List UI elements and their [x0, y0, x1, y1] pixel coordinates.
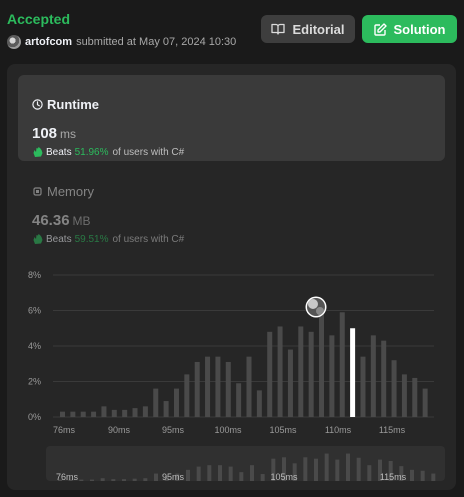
overview-bar	[122, 479, 126, 481]
chart-bar[interactable]	[205, 356, 211, 417]
y-tick-label: 6%	[28, 306, 41, 316]
overview-bar	[410, 469, 414, 481]
chart-bar[interactable]	[308, 331, 314, 417]
chart-bar[interactable]	[412, 377, 418, 417]
chart-bar[interactable]	[60, 411, 65, 417]
y-tick-label: 0%	[28, 412, 41, 422]
chart-bar[interactable]	[194, 361, 200, 417]
chart-bar[interactable]	[370, 335, 376, 417]
chart-bar[interactable]	[225, 361, 231, 417]
chart-bar[interactable]	[298, 326, 304, 417]
overview-bar	[207, 465, 212, 481]
chart-bar[interactable]	[142, 406, 148, 417]
overview-bar	[324, 453, 329, 481]
chart-bar[interactable]	[111, 409, 117, 417]
chart-bar[interactable]	[236, 383, 242, 417]
chart-bar-highlight[interactable]	[350, 328, 356, 417]
y-tick-label: 4%	[28, 341, 41, 351]
overview-bar	[303, 457, 308, 481]
overview-tick-label: 76ms	[56, 472, 79, 482]
overview-bar	[132, 478, 137, 481]
overview-bar	[431, 473, 436, 481]
chart-bar[interactable]	[122, 409, 128, 417]
overview-bar	[111, 479, 116, 481]
overview-bar	[79, 479, 84, 481]
x-tick-label: 76ms	[53, 425, 76, 435]
overview-bar	[218, 465, 222, 481]
chart-bar[interactable]	[401, 374, 407, 417]
chart-bar[interactable]	[360, 356, 366, 417]
chart-bar[interactable]	[132, 408, 138, 417]
overview-bar	[90, 479, 94, 481]
overview-bar	[335, 459, 340, 481]
x-tick-label: 90ms	[108, 425, 131, 435]
chart-bar[interactable]	[422, 388, 428, 417]
x-tick-label: 115ms	[379, 425, 406, 435]
chart-bar[interactable]	[256, 390, 262, 417]
x-tick-label: 95ms	[162, 425, 185, 435]
overview-bar	[367, 465, 372, 481]
chart-bar[interactable]	[91, 411, 97, 417]
overview-tick-label: 115ms	[380, 472, 407, 482]
chart-bar[interactable]	[70, 411, 76, 417]
y-tick-label: 2%	[28, 377, 41, 387]
chart-bar[interactable]	[339, 312, 345, 417]
chart-bar[interactable]	[391, 360, 397, 417]
overview-tick-label: 105ms	[270, 472, 298, 482]
runtime-distribution-chart[interactable]: 0% 2% 4% 6% 8% 76ms 90ms 95ms 100ms 105ms 110ms 11…	[0, 0, 464, 497]
chart-bar[interactable]	[163, 401, 169, 417]
chart-bar[interactable]	[246, 356, 252, 417]
overview-bar	[143, 478, 148, 481]
overview-bar	[420, 470, 425, 481]
chart-bar[interactable]	[319, 312, 325, 417]
overview-bar	[186, 469, 190, 481]
overview-bar	[154, 473, 158, 481]
overview-bar	[314, 458, 318, 481]
overview-tick-label: 95ms	[162, 472, 185, 482]
user-avatar-marker	[305, 296, 327, 318]
chart-bar[interactable]	[215, 356, 221, 417]
overview-bar	[228, 466, 233, 481]
overview-bar	[260, 474, 265, 481]
chart-bar[interactable]	[267, 331, 273, 417]
chart-bar[interactable]	[80, 411, 86, 417]
chart-bar[interactable]	[173, 388, 179, 417]
x-tick-label: 100ms	[214, 425, 242, 435]
overview-bar	[250, 465, 254, 481]
overview-bar	[239, 472, 244, 481]
overview-bar	[196, 466, 201, 481]
chart-bar[interactable]	[184, 374, 190, 417]
chart-bar[interactable]	[101, 406, 107, 417]
y-tick-label: 8%	[28, 270, 41, 280]
chart-bar[interactable]	[287, 349, 293, 417]
chart-bar[interactable]	[277, 326, 283, 417]
x-tick-label: 110ms	[325, 425, 352, 435]
overview-bar	[356, 457, 361, 481]
x-tick-label: 105ms	[269, 425, 297, 435]
overview-bar	[346, 453, 350, 481]
chart-bar[interactable]	[329, 335, 335, 417]
chart-bar[interactable]	[381, 340, 387, 417]
overview-bar	[100, 478, 105, 481]
chart-bar[interactable]	[153, 388, 159, 417]
